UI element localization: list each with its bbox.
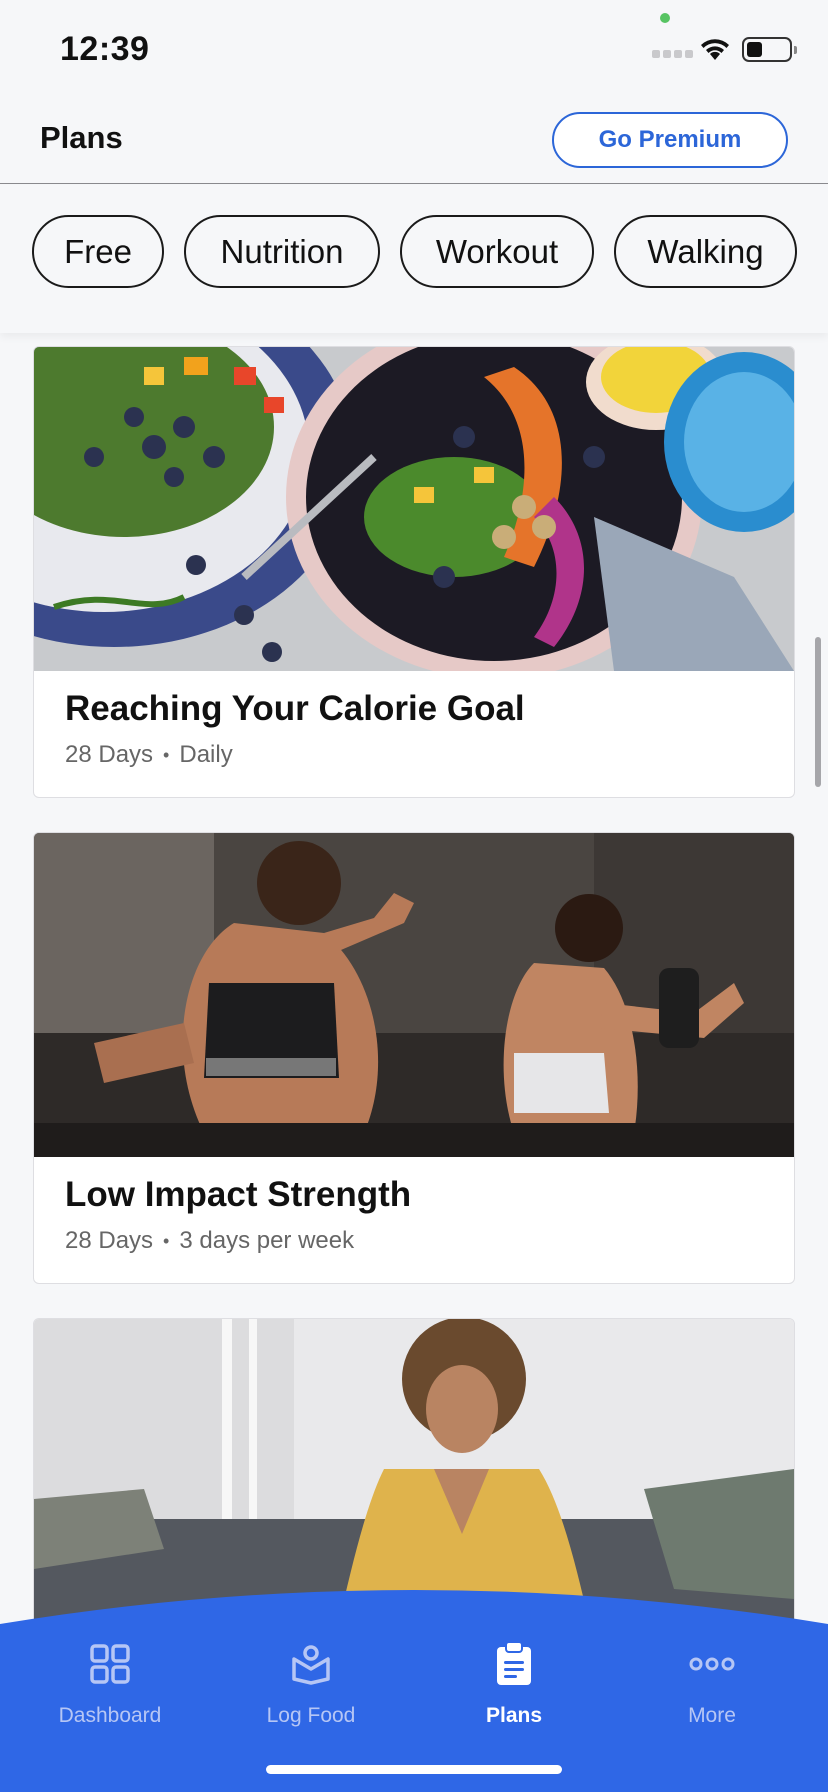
filter-chip-free[interactable]: Free (32, 215, 164, 288)
separator-dot: • (163, 1230, 170, 1251)
tab-dashboard[interactable]: Dashboard (20, 1640, 200, 1728)
plan-card-calorie-goal[interactable]: Reaching Your Calorie Goal 28 Days • Dai… (33, 346, 795, 798)
plan-title: Reaching Your Calorie Goal (65, 689, 525, 728)
plan-meta: 28 Days • 3 days per week (65, 1227, 354, 1255)
cellular-signal-icon (652, 50, 693, 58)
filter-chip-walking[interactable]: Walking (614, 215, 797, 288)
bottom-tab-bar: Dashboard Log Food Plans More (0, 1590, 828, 1792)
plan-title: Low Impact Strength (65, 1175, 412, 1214)
clipboard-icon (490, 1640, 538, 1688)
plan-frequency: 3 days per week (179, 1227, 355, 1254)
filter-chip-row: Free Nutrition Workout Walking (32, 215, 797, 288)
tab-more[interactable]: More (622, 1640, 802, 1728)
plans-list[interactable]: Reaching Your Calorie Goal 28 Days • Dai… (0, 334, 828, 1624)
battery-icon (742, 37, 797, 62)
plan-card-meditation[interactable] (33, 1318, 795, 1624)
plan-duration: 28 Days (65, 741, 154, 768)
more-dots-icon (688, 1640, 736, 1688)
plan-duration: 28 Days (65, 1227, 154, 1254)
go-premium-button[interactable]: Go Premium (552, 112, 788, 168)
wifi-icon (701, 39, 729, 60)
scroll-indicator[interactable] (815, 637, 821, 787)
filter-chip-workout[interactable]: Workout (400, 215, 594, 288)
recording-indicator-dot (660, 13, 670, 23)
plan-meta: 28 Days • Daily (65, 741, 233, 769)
status-bar: 12:39 (0, 0, 828, 96)
salad-bowl-photo (34, 347, 794, 671)
tab-plans[interactable]: Plans (424, 1640, 604, 1728)
page-title: Plans (40, 120, 123, 155)
separator-dot: • (163, 744, 170, 765)
nav-header: Plans Go Premium (0, 96, 828, 184)
plan-frequency: Daily (179, 741, 233, 768)
home-indicator (266, 1765, 562, 1774)
tab-label: More (688, 1704, 736, 1727)
women-workout-photo (34, 833, 794, 1157)
tab-log-food[interactable]: Log Food (221, 1640, 401, 1728)
filter-bar: Free Nutrition Workout Walking (0, 185, 828, 333)
tab-label: Plans (485, 1704, 543, 1727)
tab-label: Dashboard (58, 1704, 162, 1727)
meditation-photo (34, 1319, 794, 1624)
filter-chip-nutrition[interactable]: Nutrition (184, 215, 380, 288)
status-time: 12:39 (60, 30, 150, 68)
grid-icon (86, 1640, 134, 1688)
log-food-icon (287, 1640, 335, 1688)
plan-card-low-impact-strength[interactable]: Low Impact Strength 28 Days • 3 days per… (33, 832, 795, 1284)
tab-label: Log Food (266, 1704, 356, 1727)
